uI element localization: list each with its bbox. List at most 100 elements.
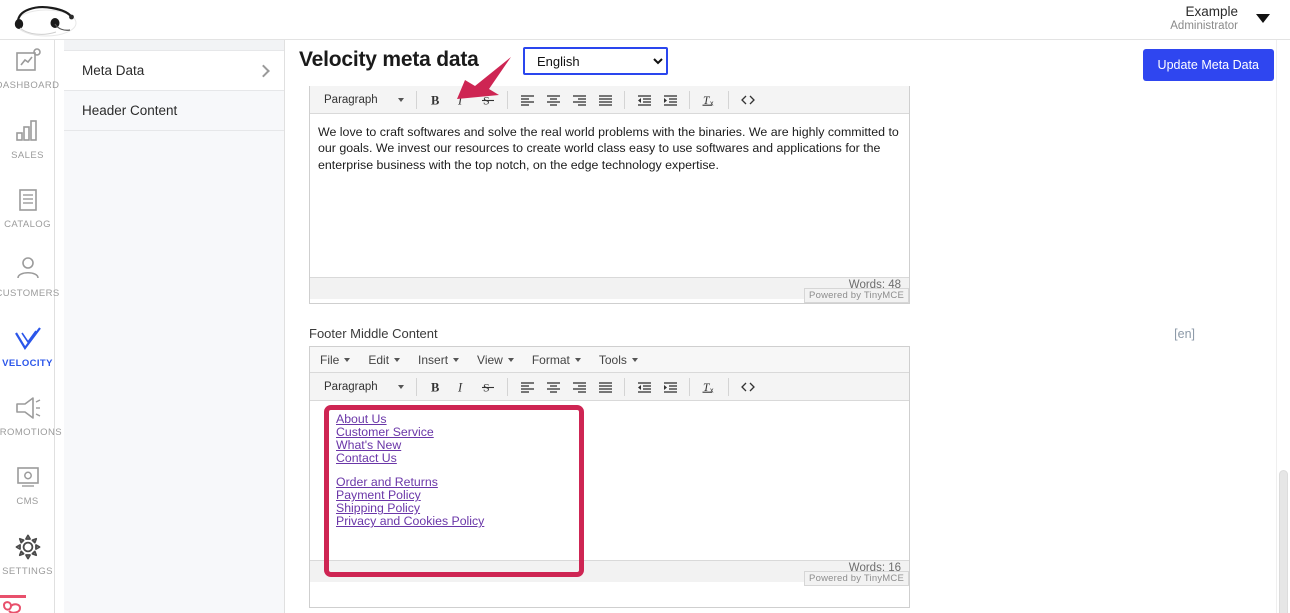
sidebar-item-velocity[interactable]: VELOCITY xyxy=(0,324,55,369)
sidebar-label: CUSTOMERS xyxy=(0,288,60,299)
sidebar-item-promotions[interactable]: PROMOTIONS xyxy=(0,393,62,438)
secondary-sidebar: Meta Data Header Content xyxy=(64,40,285,613)
language-select[interactable]: English xyxy=(523,47,668,75)
chevron-down-icon xyxy=(344,357,351,362)
menu-view[interactable]: View xyxy=(477,353,514,367)
indent-icon[interactable] xyxy=(657,89,683,111)
bold-icon[interactable]: B xyxy=(423,89,449,111)
menu-label: Edit xyxy=(368,352,390,367)
scrollbar-thumb[interactable] xyxy=(1279,470,1288,613)
menu-label: Tools xyxy=(598,352,627,367)
sidebar-item-dashboard[interactable]: DASHBOARD xyxy=(0,46,59,91)
align-justify-icon[interactable] xyxy=(592,89,618,111)
tinymce-brand: Powered by TinyMCE xyxy=(804,288,909,303)
align-center-icon[interactable] xyxy=(540,89,566,111)
sidebar-item-cms[interactable]: CMS xyxy=(0,462,55,507)
format-dropdown[interactable]: Paragraph xyxy=(318,376,410,398)
menu-label: File xyxy=(320,352,340,367)
footer-link[interactable]: Privacy and Cookies Policy xyxy=(336,515,901,528)
italic-icon[interactable]: I xyxy=(449,376,475,398)
sidebar-item-header-content[interactable]: Header Content xyxy=(64,91,284,131)
sidebar-item-catalog[interactable]: CATALOG xyxy=(0,185,55,230)
toolbar-divider xyxy=(624,377,625,396)
sidebar-item-customers[interactable]: CUSTOMERS xyxy=(0,254,59,299)
sidebar-label: DASHBOARD xyxy=(0,80,60,91)
update-meta-data-button[interactable]: Update Meta Data xyxy=(1142,49,1274,81)
format-dropdown-label: Paragraph xyxy=(324,380,378,393)
app-root: Example Administrator DASHBOARD SALES CA… xyxy=(0,0,1290,613)
outdent-icon[interactable] xyxy=(631,376,657,398)
menu-format[interactable]: Format xyxy=(532,353,581,367)
editor-footer-statusbar: Words: 16 Powered by TinyMCE xyxy=(310,560,909,586)
align-center-icon[interactable] xyxy=(540,376,566,398)
editor-top-paragraph: We love to craft softwares and solve the… xyxy=(318,125,899,172)
sidebar-item-meta-data[interactable]: Meta Data xyxy=(64,51,284,91)
svg-text:x: x xyxy=(710,100,714,107)
menu-edit[interactable]: Edit xyxy=(368,352,401,367)
menu-label: Insert xyxy=(418,352,449,367)
toolbar-divider xyxy=(624,90,625,109)
sidebar-item-settings[interactable]: SETTINGS xyxy=(0,532,55,577)
notification-badge-icon[interactable] xyxy=(0,595,26,613)
indent-icon[interactable] xyxy=(657,376,683,398)
editor-top-body[interactable]: We love to craft softwares and solve the… xyxy=(310,114,909,277)
sidebar-item-sales[interactable]: SALES xyxy=(0,116,55,161)
top-bar: Example Administrator xyxy=(0,0,1290,40)
format-dropdown[interactable]: Paragraph xyxy=(318,89,410,111)
footer-link[interactable]: Customer Service xyxy=(336,425,901,439)
cms-screen-icon xyxy=(16,467,39,487)
chevron-right-icon xyxy=(257,64,270,77)
editor-footer-menubar: File Edit Insert View Format Tools xyxy=(310,347,909,373)
align-justify-icon[interactable] xyxy=(592,376,618,398)
bold-icon[interactable]: B xyxy=(423,376,449,398)
catalog-document-icon xyxy=(18,189,37,211)
sidebar-label: PROMOTIONS xyxy=(0,427,62,438)
sidebar-label: VELOCITY xyxy=(2,358,53,369)
clear-formatting-icon[interactable]: Tx xyxy=(696,376,722,398)
chevron-down-icon xyxy=(394,357,401,362)
svg-text:B: B xyxy=(431,93,439,107)
footer-link[interactable]: Payment Policy xyxy=(336,489,901,502)
footer-middle-content-label: Footer Middle Content xyxy=(309,326,438,341)
footer-middle-content-lang-tag: [en] xyxy=(1174,327,1195,341)
editor-footer-body[interactable]: About Us Customer Service What's New Con… xyxy=(310,401,909,560)
menu-file[interactable]: File xyxy=(320,352,351,367)
headset-logo-icon xyxy=(8,2,90,38)
toolbar-divider xyxy=(689,377,690,396)
page-scrollbar[interactable] xyxy=(1276,40,1290,613)
editor-top-toolbar: Paragraph B I S T x xyxy=(310,86,909,114)
footer-link[interactable]: Contact Us xyxy=(336,452,901,465)
page-title: Velocity meta data xyxy=(299,48,479,71)
menu-tools[interactable]: Tools xyxy=(599,353,638,367)
chevron-down-icon xyxy=(507,357,514,362)
settings-gear-icon xyxy=(15,534,40,560)
editor-top-statusbar: Words: 48 Powered by TinyMCE xyxy=(310,277,909,303)
dashboard-icon xyxy=(15,48,41,71)
chevron-down-icon xyxy=(453,357,460,362)
clear-formatting-icon[interactable]: Tx xyxy=(696,89,722,111)
outdent-icon[interactable] xyxy=(631,89,657,111)
footer-link[interactable]: What's New xyxy=(336,439,901,452)
align-right-icon[interactable] xyxy=(566,89,592,111)
menu-insert[interactable]: Insert xyxy=(418,352,460,367)
user-menu[interactable]: Example Administrator xyxy=(1170,4,1270,33)
align-left-icon[interactable] xyxy=(514,376,540,398)
chevron-down-icon xyxy=(398,97,404,102)
sales-bars-icon xyxy=(15,120,37,141)
chevron-down-icon xyxy=(574,357,581,362)
sidebar-label: CMS xyxy=(16,496,39,507)
sidebar-label: CATALOG xyxy=(4,219,51,230)
toolbar-divider xyxy=(507,377,508,396)
annotation-red-arrow xyxy=(457,57,511,99)
source-code-icon[interactable] xyxy=(735,89,761,111)
align-right-icon[interactable] xyxy=(566,376,592,398)
source-code-icon[interactable] xyxy=(735,376,761,398)
chevron-down-icon xyxy=(398,384,404,389)
strikethrough-icon[interactable]: S xyxy=(475,376,501,398)
app-logo[interactable] xyxy=(8,2,90,38)
velocity-check-icon xyxy=(14,327,41,350)
sidebar-label: SETTINGS xyxy=(2,566,53,577)
chevron-down-icon[interactable] xyxy=(1256,13,1270,23)
svg-text:I: I xyxy=(457,380,463,394)
user-role: Administrator xyxy=(1170,19,1238,32)
